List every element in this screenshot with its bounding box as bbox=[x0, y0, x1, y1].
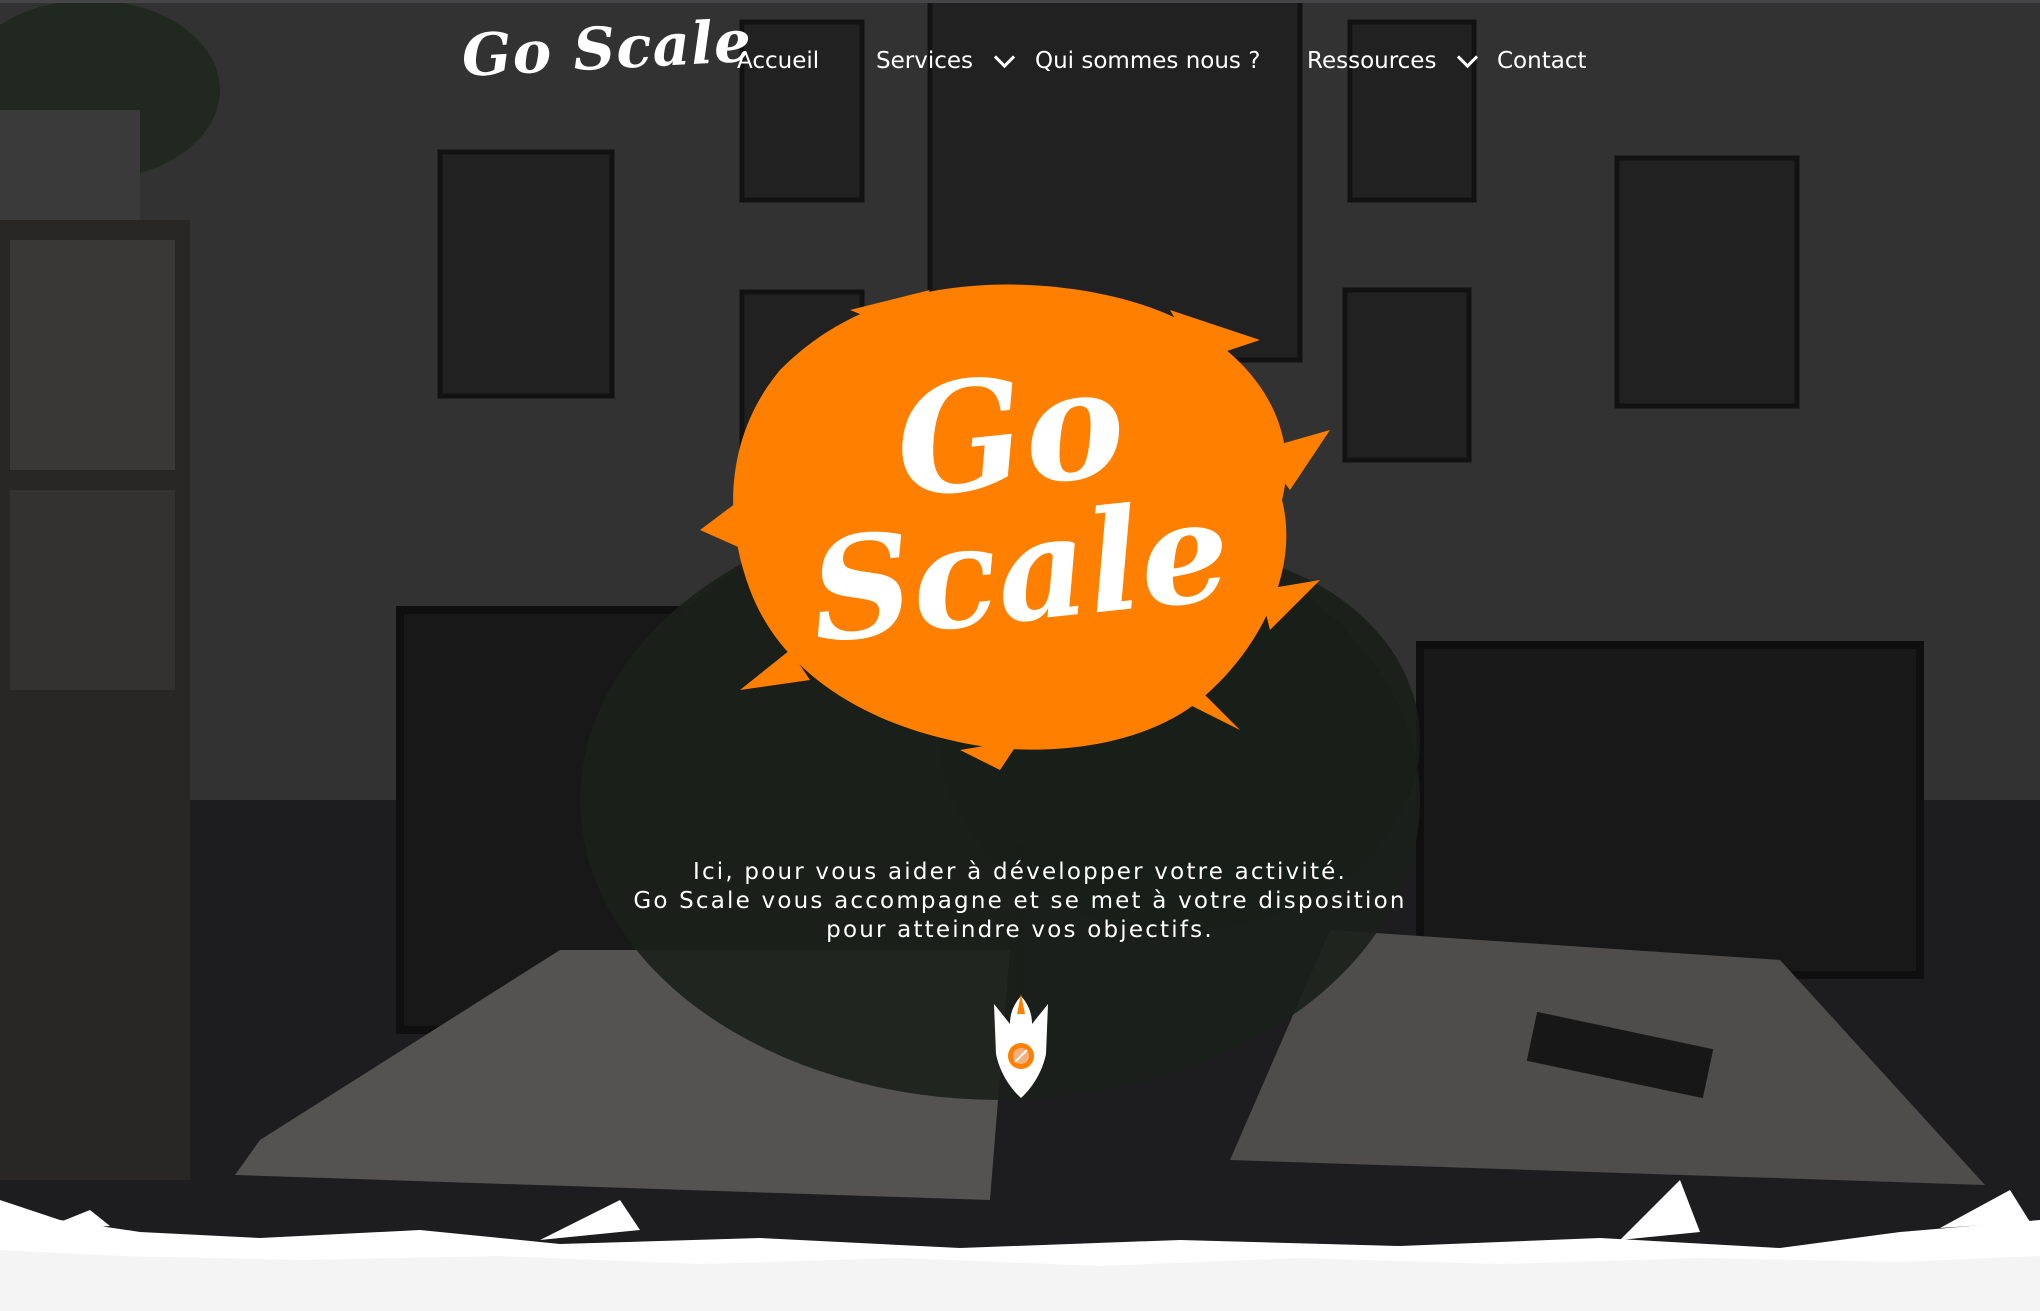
chevron-down-icon[interactable] bbox=[993, 46, 1016, 68]
nav-item-label: Contact bbox=[1497, 48, 1587, 74]
nav-item-services[interactable]: Services bbox=[876, 46, 1016, 74]
main-navigation: Accueil Services Qui sommes nous ? Resso… bbox=[0, 46, 2040, 88]
hero-section: Go Scale Accueil Services Qui sommes nou… bbox=[0, 0, 2040, 1311]
nav-item-label: Accueil bbox=[737, 48, 820, 74]
nav-item-label: Qui sommes nous ? bbox=[1035, 48, 1261, 74]
nav-item-qui-sommes-nous[interactable]: Qui sommes nous ? bbox=[1035, 48, 1260, 74]
nav-item-ressources[interactable]: Ressources bbox=[1307, 46, 1479, 74]
top-border bbox=[0, 0, 2040, 3]
bottom-brush-divider bbox=[0, 1180, 2040, 1311]
nav-item-accueil[interactable]: Accueil bbox=[737, 48, 819, 74]
tagline-line: Ici, pour vous aider à développer votre … bbox=[692, 859, 1348, 885]
rocket-icon[interactable] bbox=[988, 994, 1054, 1100]
tagline-line: Go Scale vous accompagne et se met à vot… bbox=[633, 888, 1407, 914]
nav-item-label: Services bbox=[876, 48, 973, 74]
nav-item-contact[interactable]: Contact bbox=[1497, 48, 1586, 74]
hero-tagline: Ici, pour vous aider à développer votre … bbox=[0, 858, 2040, 945]
nav-item-label: Ressources bbox=[1307, 48, 1437, 74]
chevron-down-icon[interactable] bbox=[1457, 46, 1479, 68]
tagline-line: pour atteindre vos objectifs. bbox=[826, 917, 1214, 943]
